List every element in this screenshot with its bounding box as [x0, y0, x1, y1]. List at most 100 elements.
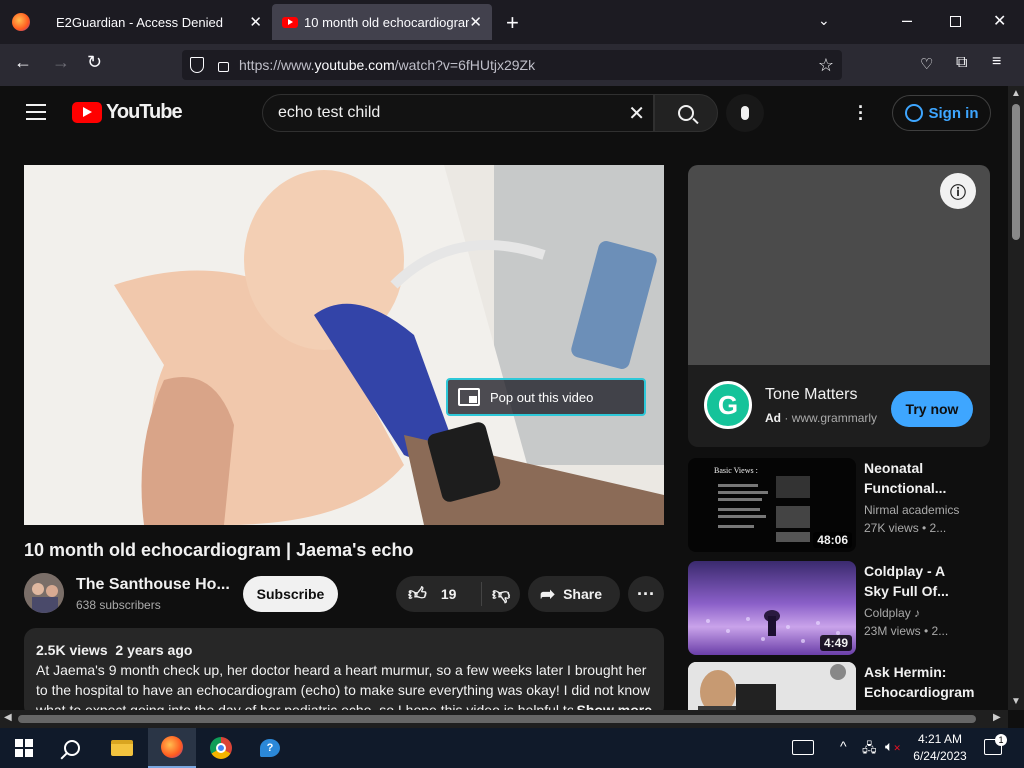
list-tabs-icon[interactable]: ⌄ — [818, 12, 830, 29]
like-button[interactable]: 👍︎ 19 — [396, 582, 482, 606]
tab-youtube-active[interactable]: 10 month old echocardiogram ✕ — [272, 4, 492, 40]
clear-search-icon[interactable]: ✕ — [628, 101, 645, 126]
ad-domain: www.grammarly — [791, 411, 878, 425]
restore-icon[interactable] — [950, 16, 961, 27]
upload-age: 2 years ago — [115, 642, 193, 658]
taskbar-clock[interactable]: 4:21 AM 6/24/2023 — [912, 731, 968, 765]
ad-badge: Ad — [765, 411, 781, 425]
subscribe-button[interactable]: Subscribe — [243, 576, 338, 612]
reload-icon[interactable]: ↻ — [87, 52, 102, 73]
file-explorer-taskbar[interactable] — [98, 728, 146, 768]
help-app-taskbar[interactable]: ? — [246, 728, 294, 768]
bookmark-star-icon[interactable]: ☆ — [818, 55, 834, 76]
voice-search-button[interactable] — [726, 94, 764, 132]
close-tab-icon[interactable]: ✕ — [249, 13, 262, 31]
show-hidden-icons[interactable]: ^ — [840, 738, 847, 754]
forward-icon[interactable]: → — [52, 52, 70, 73]
app-menu-icon[interactable]: ≡ — [992, 53, 1001, 71]
url-bar[interactable]: https://www.youtube.com/watch?v=6fHUtjx2… — [182, 50, 842, 80]
settings-more-icon[interactable]: · · · — [858, 98, 864, 128]
chrome-icon — [210, 737, 232, 759]
close-tab-icon[interactable]: ✕ — [469, 13, 482, 31]
title-line: Echocardiogram — [864, 684, 975, 700]
pop-out-video-button[interactable]: Pop out this video — [446, 378, 646, 416]
scroll-right-icon[interactable]: ▶ — [993, 712, 1001, 723]
sign-in-label: Sign in — [928, 104, 979, 122]
video-thumbnail[interactable]: 4:49 — [688, 561, 856, 655]
recommendation-channel[interactable]: Coldplay ♪ — [864, 606, 920, 620]
video-title: 10 month old echocardiogram | Jaema's ec… — [24, 540, 414, 560]
video-thumbnail[interactable] — [688, 662, 856, 710]
recommendation-meta: 23M views • 2... — [864, 624, 949, 638]
notification-center-icon[interactable]: 1 — [984, 734, 1007, 755]
vertical-scrollbar[interactable]: ▲ ▼ — [1008, 86, 1024, 710]
try-now-button[interactable]: Try now — [891, 391, 973, 427]
recommendation-item[interactable]: 4:49 Coldplay - A Sky Full Of... Coldpla… — [688, 561, 1008, 657]
tab-label: E2Guardian - Access Denied — [56, 14, 223, 30]
search-button[interactable] — [654, 94, 718, 132]
youtube-logo[interactable]: YouTube — [72, 101, 183, 124]
channel-name[interactable]: The Santhouse Ho... — [76, 576, 230, 594]
channel-label: Coldplay — [864, 606, 911, 620]
scroll-left-icon[interactable]: ◀ — [4, 712, 12, 723]
ad-info-icon[interactable]: ⓘ — [940, 173, 976, 209]
windows-logo-icon — [15, 739, 33, 757]
back-icon[interactable]: ← — [14, 52, 32, 73]
search-input[interactable]: echo test child ✕ — [262, 94, 654, 132]
minimize-icon[interactable]: – — [902, 10, 912, 31]
recommendation-item[interactable]: Ask Hermin: Echocardiogram — [688, 662, 1008, 710]
video-thumbnail[interactable]: Basic Views : 48:06 — [688, 458, 856, 552]
title-line: Functional... — [864, 480, 947, 496]
pocket-icon[interactable]: ♡ — [920, 55, 933, 73]
recommendation-channel[interactable]: Nirmal academics — [864, 503, 959, 517]
recommendation-item[interactable]: Basic Views : 48:06 Neonatal Functional.… — [688, 458, 1008, 554]
browser-tab-bar: E2Guardian - Access Denied ✕ 10 month ol… — [0, 0, 1024, 44]
ad-card[interactable]: ⓘ G Tone Matters Ad · www.grammarly Try … — [688, 165, 990, 447]
more-actions-button[interactable]: ··· — [628, 576, 664, 612]
start-button[interactable] — [0, 728, 48, 768]
like-count: 19 — [440, 586, 457, 602]
share-label: Share — [563, 586, 603, 602]
network-icon[interactable]: 🖧︎ — [862, 739, 877, 761]
grammarly-logo: G — [704, 381, 752, 429]
close-window-icon[interactable]: ✕ — [993, 11, 1006, 31]
firefox-taskbar[interactable] — [148, 728, 196, 768]
scroll-up-icon[interactable]: ▲ — [1011, 88, 1021, 99]
firefox-menu-icon[interactable] — [12, 13, 30, 31]
volume-muted-icon[interactable]: 🔈︎✕ — [885, 738, 901, 755]
more-horizontal-icon: ··· — [637, 583, 655, 604]
sign-in-button[interactable]: Sign in — [892, 95, 991, 131]
dislike-button[interactable]: 👎︎ — [482, 583, 510, 605]
ad-meta: Ad · www.grammarly — [765, 411, 877, 425]
news-widget-icon[interactable] — [792, 740, 814, 755]
hamburger-menu-icon[interactable] — [26, 104, 46, 120]
pop-out-label: Pop out this video — [490, 389, 594, 405]
horizontal-scrollbar[interactable]: ◀ ▶ — [0, 710, 1008, 728]
notification-badge: 1 — [995, 734, 1007, 746]
scroll-down-icon[interactable]: ▼ — [1011, 696, 1021, 707]
scroll-thumb[interactable] — [1012, 104, 1020, 240]
view-count: 2.5K views — [36, 642, 108, 658]
clock-date: 6/24/2023 — [913, 749, 967, 763]
url-text: https://www.youtube.com/watch?v=6fHUtjx2… — [239, 57, 535, 73]
youtube-favicon-icon — [282, 16, 298, 28]
search-taskbar-button[interactable] — [48, 728, 96, 768]
extensions-icon[interactable]: ⧉ — [956, 54, 967, 72]
microphone-icon — [741, 106, 749, 120]
chrome-taskbar[interactable] — [197, 728, 245, 768]
title-line: Neonatal — [864, 460, 924, 476]
ad-title: Tone Matters — [765, 386, 858, 403]
shield-icon[interactable] — [190, 57, 204, 73]
url-path: /watch?v=6fHUtjx29Zk — [394, 57, 536, 73]
video-description[interactable]: 2.5K views 2 years ago At Jaema's 9 mont… — [24, 628, 664, 720]
share-button[interactable]: ➦ Share — [528, 576, 620, 612]
account-icon — [904, 104, 923, 122]
scroll-thumb[interactable] — [18, 715, 976, 723]
subscriber-count: 638 subscribers — [76, 598, 161, 612]
video-player[interactable] — [24, 165, 664, 525]
recommendation-title: Neonatal Functional... — [864, 458, 994, 498]
lock-icon[interactable] — [218, 62, 229, 72]
tab-e2guardian[interactable]: E2Guardian - Access Denied ✕ — [42, 0, 272, 44]
new-tab-icon[interactable]: + — [506, 10, 519, 36]
channel-avatar[interactable] — [24, 573, 64, 613]
